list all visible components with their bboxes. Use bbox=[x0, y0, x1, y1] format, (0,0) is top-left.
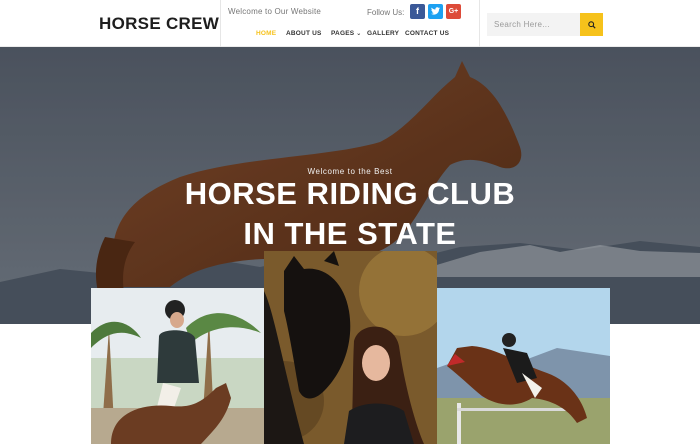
nav-pages-label: PAGES bbox=[331, 30, 355, 37]
search-button[interactable] bbox=[580, 13, 603, 36]
gallery-image-rider-palms[interactable] bbox=[91, 288, 264, 444]
search-input[interactable] bbox=[487, 13, 580, 36]
nav-about-us[interactable]: ABOUT US bbox=[286, 30, 322, 40]
gallery-image-horse-jumping[interactable] bbox=[437, 288, 610, 444]
nav-contact-us[interactable]: CONTACT US bbox=[405, 30, 449, 40]
site-header: HORSE CREW Welcome to Our Website Follow… bbox=[0, 0, 700, 47]
twitter-icon[interactable] bbox=[428, 4, 443, 19]
header-divider bbox=[220, 0, 221, 47]
nav-gallery[interactable]: GALLERY bbox=[367, 30, 399, 40]
search-icon bbox=[587, 20, 596, 29]
nav-home[interactable]: HOME bbox=[256, 30, 276, 40]
girl-with-horse-image bbox=[264, 251, 437, 444]
header-divider bbox=[479, 0, 480, 47]
hero-subtitle: Welcome to the Best bbox=[307, 167, 393, 176]
nav-pages[interactable]: PAGES ⌄ bbox=[331, 30, 362, 40]
facebook-icon[interactable]: f bbox=[410, 4, 425, 19]
google-plus-icon[interactable]: G+ bbox=[446, 4, 461, 19]
rider-image bbox=[91, 288, 264, 444]
welcome-text: Welcome to Our Website bbox=[228, 7, 322, 16]
follow-us-label: Follow Us: bbox=[367, 8, 405, 17]
horse-jump-image bbox=[437, 288, 610, 444]
gallery-image-girl-black-horse[interactable] bbox=[264, 251, 437, 444]
site-logo[interactable]: HORSE CREW bbox=[99, 14, 219, 34]
hero-title-line2: IN THE STATE bbox=[243, 216, 457, 251]
hero-title-line1: HORSE RIDING CLUB bbox=[184, 176, 516, 211]
chevron-down-icon: ⌄ bbox=[356, 31, 362, 37]
